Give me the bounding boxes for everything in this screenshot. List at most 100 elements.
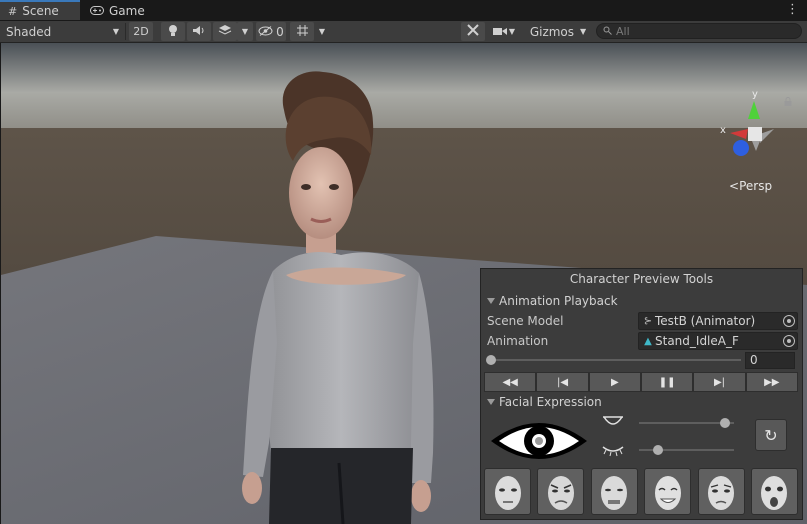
- lightbulb-icon: [168, 24, 178, 40]
- audio-toggle-button[interactable]: [187, 22, 211, 41]
- eye-closed-icon: [601, 443, 625, 460]
- projection-label: Persp: [739, 179, 773, 193]
- expression-preset-button[interactable]: [484, 468, 531, 515]
- tab-game[interactable]: Game: [82, 1, 168, 21]
- animator-icon: ⊱: [643, 315, 653, 327]
- lock-icon[interactable]: [784, 97, 792, 109]
- more-options-icon[interactable]: ⋮: [786, 3, 799, 17]
- scene-model-value: TestB (Animator): [655, 314, 756, 328]
- object-picker-icon[interactable]: [783, 335, 795, 347]
- play-icon: ▶: [610, 376, 619, 388]
- grid-dropdown-button[interactable]: ▼: [315, 22, 329, 41]
- animation-label: Animation: [487, 334, 549, 348]
- projection-toggle[interactable]: <Persp: [729, 179, 772, 193]
- camera-settings-button[interactable]: ▼: [488, 22, 520, 41]
- tools-button[interactable]: [461, 22, 485, 41]
- persp-chevron-icon: <: [729, 179, 740, 193]
- face-angry-icon: [547, 475, 574, 510]
- timeline-slider[interactable]: [491, 359, 741, 361]
- playback-controls: ◀◀ |◀ ▶ ❚❚ ▶| ▶▶: [484, 372, 798, 392]
- chevron-down-icon: ▼: [580, 27, 587, 36]
- effects-dropdown-button[interactable]: ▼: [237, 22, 253, 41]
- tab-scene[interactable]: # Scene: [0, 0, 80, 20]
- lighting-toggle-button[interactable]: [161, 22, 185, 41]
- face-happy-icon: [654, 475, 681, 510]
- tools-icon: [466, 23, 480, 40]
- character-preview-panel: Character Preview Tools Animation Playba…: [480, 268, 803, 520]
- previous-frame-button[interactable]: |◀: [536, 372, 589, 392]
- expression-presets: [484, 468, 798, 516]
- tab-strip: # Scene Game ⋮: [0, 0, 807, 21]
- 2d-toggle-button[interactable]: 2D: [129, 22, 153, 41]
- expression-preset-button[interactable]: [590, 468, 638, 515]
- expression-preset-button[interactable]: [644, 468, 692, 515]
- pause-icon: ❚❚: [658, 376, 676, 388]
- camera-icon: [492, 25, 507, 39]
- grid-snap-icon: [296, 24, 309, 40]
- foldout-arrow-icon: [487, 298, 495, 304]
- 2d-toggle-label: 2D: [133, 25, 149, 38]
- chevron-down-icon: ▼: [508, 27, 516, 36]
- scene-model-field[interactable]: ⊱ TestB (Animator): [638, 312, 798, 330]
- first-frame-button[interactable]: ◀◀: [484, 372, 537, 392]
- face-surprised-icon: [761, 475, 788, 510]
- expression-preset-button[interactable]: [697, 468, 745, 515]
- skip-to-end-icon: ▶▶: [764, 376, 780, 388]
- skip-to-start-icon: ◀◀: [502, 376, 518, 388]
- shading-mode-label: Shaded: [6, 24, 52, 39]
- step-back-icon: |◀: [556, 376, 569, 388]
- face-sad-icon: [708, 475, 735, 510]
- eye-slash-icon: [258, 25, 273, 39]
- hidden-objects-toggle[interactable]: 0: [256, 22, 286, 41]
- facial-expression-foldout[interactable]: Facial Expression: [487, 395, 602, 409]
- facial-expression-header: Facial Expression: [499, 395, 602, 409]
- tab-game-label: Game: [109, 4, 145, 18]
- step-forward-icon: ▶|: [713, 376, 725, 388]
- eye-open-icon: [601, 415, 625, 432]
- animation-value: Stand_IdleA_F: [655, 334, 739, 348]
- refresh-icon: ↻: [764, 425, 778, 445]
- play-button[interactable]: ▶: [588, 372, 641, 392]
- gizmo-x-cone: [730, 129, 748, 139]
- chevron-down-icon: ▼: [318, 27, 326, 36]
- speaker-icon: [192, 25, 206, 39]
- gizmo-y-label: y: [752, 89, 758, 100]
- face-neutral-icon: [494, 475, 521, 510]
- frame-number-field[interactable]: 0: [745, 352, 795, 369]
- animation-clip-icon: ▲: [644, 335, 652, 347]
- gizmos-label: Gizmos: [529, 24, 575, 39]
- animation-playback-foldout[interactable]: Animation Playback: [487, 294, 618, 308]
- panel-title: Character Preview Tools: [569, 272, 714, 286]
- gizmo-y-cone: [748, 101, 760, 119]
- eye-closed-slider-handle[interactable]: [653, 445, 663, 455]
- face-disgust-icon: [601, 475, 628, 510]
- object-picker-icon[interactable]: [783, 315, 795, 327]
- expression-preset-button[interactable]: [750, 468, 798, 515]
- tab-scene-label: Scene: [22, 4, 59, 18]
- grid-toggle-button[interactable]: [290, 22, 314, 41]
- search-icon: [603, 25, 612, 38]
- last-frame-button[interactable]: ▶▶: [745, 372, 798, 392]
- effects-toggle-button[interactable]: [213, 22, 237, 41]
- foldout-arrow-icon: [487, 399, 495, 405]
- chevron-down-icon: ▼: [241, 27, 249, 36]
- shading-mode-dropdown[interactable]: Shaded ▼: [2, 22, 123, 41]
- hidden-count: 0: [276, 24, 284, 39]
- layers-icon: [218, 24, 232, 39]
- timeline-slider-handle[interactable]: [486, 355, 496, 365]
- eye-preview-icon: [487, 417, 591, 465]
- scene-toolbar: Shaded ▼ 2D ▼ 0 ▼ ▼ Gizmos ▼ All: [0, 21, 807, 43]
- orientation-gizmo[interactable]: y x: [716, 89, 776, 163]
- animation-field[interactable]: ▲ Stand_IdleA_F: [638, 332, 798, 350]
- gizmo-z-cone: [733, 140, 749, 156]
- gizmos-dropdown[interactable]: Gizmos ▼: [522, 22, 594, 41]
- animation-playback-header: Animation Playback: [499, 294, 618, 308]
- gizmo-x-label: x: [720, 125, 726, 136]
- scene-model-label: Scene Model: [487, 314, 564, 328]
- reset-expression-button[interactable]: ↻: [755, 419, 787, 451]
- pause-button[interactable]: ❚❚: [640, 372, 694, 392]
- search-input[interactable]: All: [596, 23, 802, 39]
- next-frame-button[interactable]: ▶|: [693, 372, 746, 392]
- expression-preset-button[interactable]: [537, 468, 585, 515]
- eye-open-slider-handle[interactable]: [719, 418, 730, 428]
